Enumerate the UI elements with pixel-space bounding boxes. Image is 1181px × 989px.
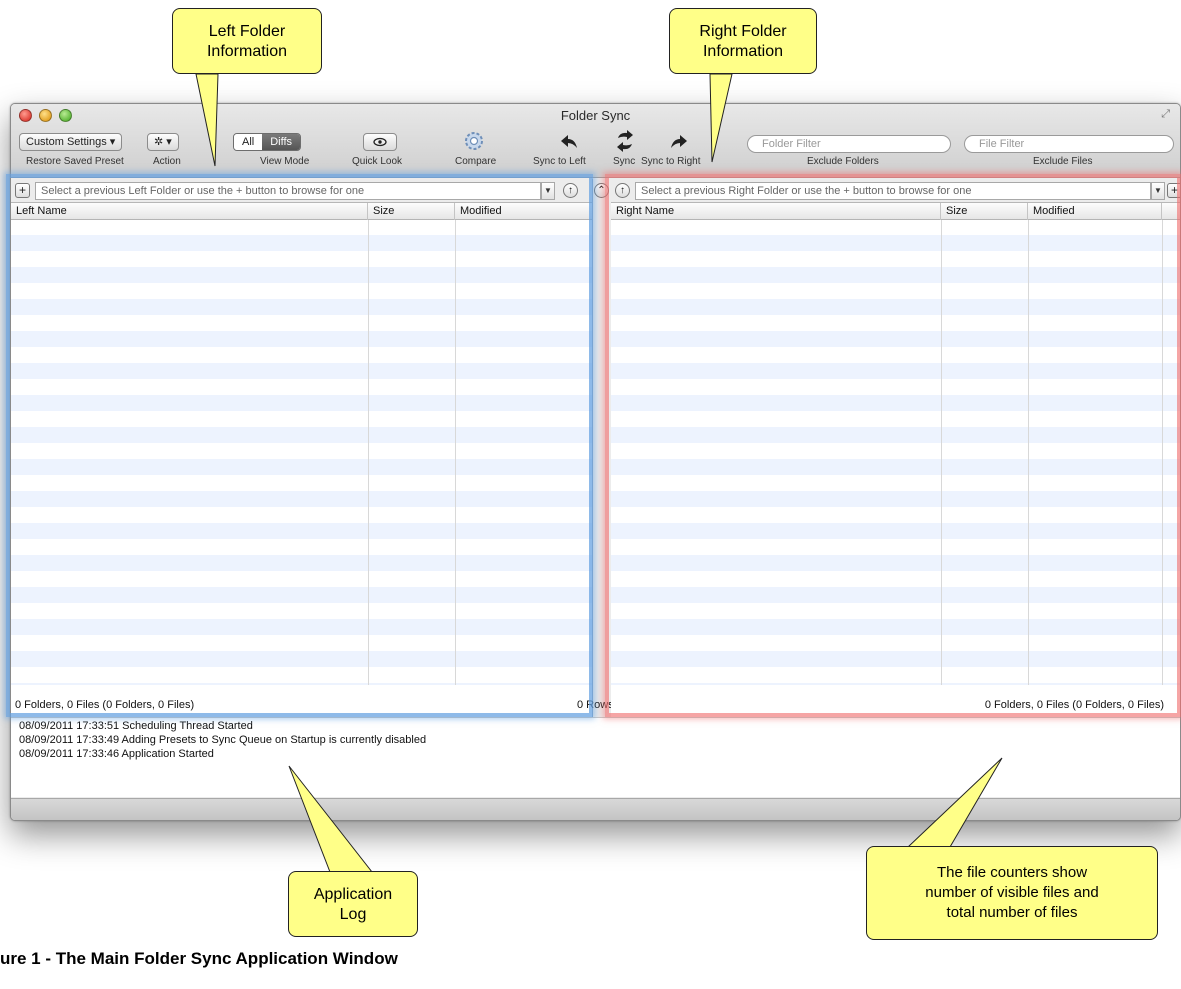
- log-entry: 08/09/2011 17:33:49 Adding Presets to Sy…: [19, 734, 427, 746]
- bidirectional-arrows-icon: [617, 130, 633, 152]
- exclude-files-label: Exclude Files: [1033, 156, 1093, 167]
- callout-line: Information: [702, 43, 784, 60]
- figure-caption: ure 1 - The Main Folder Sync Application…: [0, 949, 398, 968]
- compare-label: Compare: [455, 156, 497, 167]
- restore-preset-button[interactable]: Custom Settings ▾: [19, 133, 123, 151]
- callout-line: Right Folder: [699, 23, 787, 40]
- exclude-folders-label: Exclude Folders: [807, 156, 879, 167]
- left-folder-highlight: [6, 174, 593, 717]
- restore-preset-label: Restore Saved Preset: [26, 156, 124, 167]
- sync-to-right-button[interactable]: [669, 134, 689, 153]
- view-mode-label: View Mode: [260, 156, 310, 167]
- sync-button[interactable]: [615, 130, 635, 155]
- quick-look-label: Quick Look: [352, 156, 403, 167]
- log-entry: 08/09/2011 17:33:46 Application Started: [19, 748, 214, 760]
- left-folder-callout: Left Folder Information: [172, 8, 322, 74]
- callout-line: Application: [313, 886, 393, 903]
- view-mode-all[interactable]: All: [234, 134, 263, 150]
- curved-arrow-right-icon: [671, 135, 687, 148]
- sync-to-left-label: Sync to Left: [533, 156, 586, 167]
- callout-line: total number of files: [946, 904, 1078, 921]
- application-log[interactable]: 08/09/2011 17:33:51 Scheduling Thread St…: [11, 717, 1180, 797]
- file-filter-input[interactable]: File Filter: [964, 135, 1174, 153]
- sync-to-right-label: Sync to Right: [641, 156, 701, 167]
- view-mode-diffs[interactable]: Diffs: [262, 134, 301, 150]
- sync-label: Sync: [613, 156, 636, 167]
- action-label: Action: [153, 156, 181, 167]
- quick-look-button[interactable]: [363, 133, 397, 151]
- action-button[interactable]: ✲ ▾: [147, 133, 179, 151]
- folder-filter-input[interactable]: Folder Filter: [747, 135, 951, 153]
- right-folder-highlight: [605, 174, 1181, 717]
- callout-line: number of visible files and: [925, 884, 1099, 901]
- view-mode-control[interactable]: All Diffs: [233, 133, 302, 151]
- right-folder-callout: Right Folder Information: [669, 8, 817, 74]
- compare-button[interactable]: [463, 130, 485, 155]
- file-counters-callout: The file counters show number of visible…: [866, 846, 1158, 940]
- log-entry: 08/09/2011 17:33:51 Scheduling Thread St…: [19, 720, 253, 732]
- fullscreen-icon[interactable]: ⤢: [1161, 108, 1170, 121]
- application-log-callout: Application Log: [288, 871, 418, 937]
- sync-to-left-button[interactable]: [559, 134, 579, 153]
- eye-icon: [373, 137, 387, 147]
- callout-line: Information: [206, 43, 288, 60]
- callout-line: Left Folder: [208, 23, 286, 40]
- curved-arrow-left-icon: [561, 135, 577, 148]
- gear-icon: [465, 132, 483, 150]
- window-titlebar: Folder Sync ⤢ Custom Settings ▾ Restore …: [11, 104, 1180, 178]
- window-title: Folder Sync: [560, 108, 631, 123]
- window-bottom-bar: [11, 798, 1180, 820]
- callout-line: The file counters show: [936, 864, 1088, 881]
- callout-line: Log: [339, 906, 367, 923]
